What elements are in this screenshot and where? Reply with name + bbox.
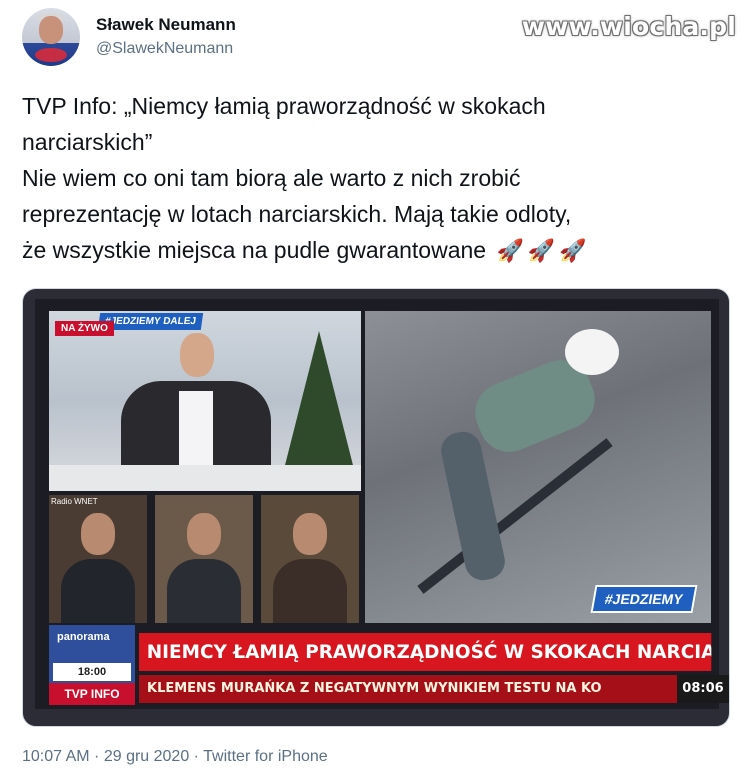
ticker-clock: 08:06 — [677, 675, 729, 703]
tvp-info-logo: TVP INFO — [49, 683, 135, 705]
channel-box: panorama 18:00 TVP INFO — [49, 625, 135, 705]
studio-desk — [49, 465, 361, 491]
tweet-line: TVP Info: „Niemcy łamią praworządność w … — [22, 93, 546, 119]
guest-head — [293, 513, 327, 555]
author-names: Sławek Neumann @SlawekNeumann — [96, 14, 236, 60]
guest-panel: Radio WNET — [49, 495, 147, 623]
guest-body — [61, 559, 135, 623]
ski-jumper-panel: #JEDZIEMY — [365, 311, 711, 623]
guest-panel — [261, 495, 359, 623]
guest-source-label: Radio WNET — [51, 497, 98, 506]
rocket-emoji-icon: 🚀 — [527, 238, 556, 263]
watermark: www.wiocha.pl — [521, 12, 736, 41]
news-bars: panorama 18:00 TVP INFO NIEMCY ŁAMIĄ PRA… — [49, 625, 729, 707]
guest-head — [81, 513, 115, 555]
ticker-bar: KLEMENS MURAŃKA Z NEGATYWNYM WYNIKIEM TE… — [139, 675, 729, 703]
guest-panel — [155, 495, 253, 623]
tweet-line: Nie wiem co oni tam biorą ale warto z ni… — [22, 165, 521, 191]
rocket-emoji-icon: 🚀 — [559, 238, 587, 263]
tweet-meta[interactable]: 10:07 AM · 29 gru 2020 · Twitter for iPh… — [22, 748, 328, 766]
christmas-tree — [281, 331, 357, 481]
author-handle[interactable]: @SlawekNeumann — [96, 38, 236, 60]
tweet-header: Sławek Neumann @SlawekNeumann — [22, 8, 236, 66]
tweet-line: że wszystkie miejsca na pudle gwarantowa… — [22, 232, 722, 269]
profile-photo-icon[interactable] — [22, 8, 80, 66]
hashtag-badge: #JEDZIEMY — [590, 585, 698, 613]
rocket-emoji-icon: 🚀 — [496, 238, 524, 263]
guest-head — [187, 513, 221, 555]
headline-bar: NIEMCY ŁAMIĄ PRAWORZĄDNOŚĆ W SKOKACH NAR… — [139, 633, 712, 671]
tweet-line: reprezentację w lotach narciarskich. Maj… — [22, 201, 572, 227]
ticker-text: KLEMENS MURAŃKA Z NEGATYWNYM WYNIKIEM TE… — [147, 681, 602, 696]
helmet — [565, 329, 619, 375]
host-shirt — [179, 391, 213, 471]
tweet-line: narciarskich” — [22, 129, 153, 155]
channel-time: 18:00 — [53, 663, 131, 681]
guest-panels: Radio WNET — [49, 495, 361, 623]
heart-icon — [35, 48, 67, 62]
guest-body — [167, 559, 241, 623]
tweet-photo[interactable]: #JEDZIEMY DALEJ NA ŻYWO Radio WNET #JEDZ… — [22, 288, 730, 727]
avatar-face — [39, 16, 63, 44]
tweet-text: TVP Info: „Niemcy łamią praworządność w … — [22, 88, 722, 269]
guest-body — [273, 559, 347, 623]
live-badge: NA ŻYWO — [55, 321, 114, 336]
author-display-name[interactable]: Sławek Neumann — [96, 14, 236, 36]
channel-name: panorama — [57, 631, 110, 643]
tweet-line-text: że wszystkie miejsca na pudle gwarantowa… — [22, 237, 487, 263]
tv-screen: #JEDZIEMY DALEJ NA ŻYWO Radio WNET #JEDZ… — [35, 299, 729, 709]
studio-panel: #JEDZIEMY DALEJ NA ŻYWO — [49, 311, 361, 491]
host-head — [180, 333, 214, 377]
